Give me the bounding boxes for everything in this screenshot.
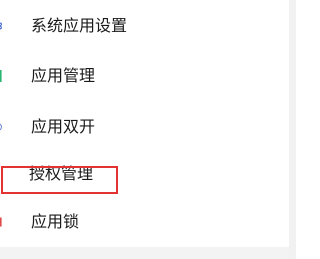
list-item-label: 应用管理 xyxy=(31,66,96,85)
list-item-permission-management[interactable]: 授权管理 xyxy=(0,150,289,198)
list-item-label: 应用锁 xyxy=(31,212,80,231)
list-item-system-app-settings[interactable]: 系统应用设置 xyxy=(0,2,289,50)
list-item-app-management[interactable]: 应用管理 xyxy=(0,52,289,100)
list-item-label: 系统应用设置 xyxy=(31,16,128,35)
list-item-app-lock[interactable]: 应用锁 xyxy=(0,198,289,246)
app-manage-icon xyxy=(0,70,2,82)
list-item-app-clone[interactable]: 应用双开 xyxy=(0,103,289,151)
settings-list: 系统应用设置 应用管理 应用双开 授权管理 应用锁 xyxy=(0,0,289,259)
apps-icon xyxy=(0,22,3,30)
app-lock-icon xyxy=(0,217,2,227)
scroll-edge xyxy=(289,0,296,259)
bottom-divider xyxy=(0,247,289,259)
list-item-label: 应用双开 xyxy=(31,117,96,136)
app-clone-icon xyxy=(0,123,2,131)
list-item-label: 授权管理 xyxy=(29,164,94,183)
